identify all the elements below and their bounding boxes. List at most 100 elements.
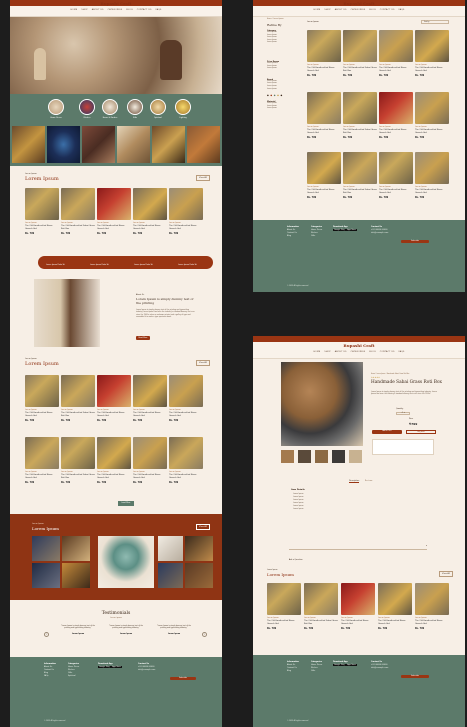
quantity-stepper[interactable]: - 1 + <box>396 412 410 415</box>
category-circle[interactable] <box>79 99 95 115</box>
gallery-tile[interactable] <box>185 563 213 588</box>
footer-link[interactable]: Contact Us <box>287 232 297 234</box>
footer-link[interactable]: Home Decor <box>311 664 322 666</box>
thumbnail[interactable] <box>315 450 328 463</box>
footer-link[interactable]: Home Decor <box>311 229 322 231</box>
sort-dropdown[interactable]: Sort by <box>421 20 449 24</box>
app-store-badge[interactable]: App Store <box>111 666 123 668</box>
nav-item[interactable]: CONTACT US <box>137 9 152 11</box>
product-card[interactable]: Lorem Ipsum The Old Handicrafted Brass G… <box>341 583 375 630</box>
product-card[interactable]: Lorem Ipsum The Old Handicrafted Brass G… <box>378 583 412 630</box>
footer-link[interactable]: Blog <box>44 672 48 674</box>
gallery-tile-large[interactable] <box>98 536 154 588</box>
product-card[interactable]: Lorem Ipsum The Old Handicrafted Brass G… <box>133 437 167 484</box>
product-card[interactable]: Lorem Ipsum The Old Handicrafted Brass G… <box>379 30 413 77</box>
tab-reviews[interactable]: Reviews <box>365 480 372 482</box>
nav-item[interactable]: BLOG <box>369 351 375 353</box>
view-all-button[interactable]: View All <box>196 360 210 366</box>
nav-item[interactable]: CONTACT US <box>380 9 395 11</box>
logo[interactable]: Rupashi Craft <box>253 1 465 6</box>
gallery-tile[interactable] <box>187 126 220 163</box>
gallery-tile[interactable] <box>47 126 80 163</box>
footer-link[interactable]: About Us <box>44 666 52 668</box>
product-card[interactable]: Lorem Ipsum The Old Handicrafted Brass G… <box>379 92 413 139</box>
nav-item[interactable]: BLOG <box>126 9 132 11</box>
product-card[interactable]: Lorem Ipsum The Old Handicrafted Brass G… <box>307 92 341 139</box>
nav-item[interactable]: HOME <box>70 9 77 11</box>
nav-item[interactable]: FAQS <box>156 9 162 11</box>
product-card[interactable]: Lorem Ipsum The Old Handicrafted Brass G… <box>169 375 203 422</box>
category-circle[interactable] <box>48 99 64 115</box>
nav-item[interactable]: CATEGORIES <box>108 9 123 11</box>
google-play-badge[interactable]: Google Play <box>98 666 111 668</box>
gallery-tile[interactable] <box>62 536 90 561</box>
app-store-badge[interactable]: App Store <box>346 664 358 666</box>
footer-link[interactable]: Gifts <box>311 670 315 672</box>
google-play-badge[interactable]: Google Play <box>333 229 346 231</box>
logo[interactable]: Rupashi Craft <box>253 343 465 348</box>
buy-now-button[interactable]: Buy Now <box>406 430 436 434</box>
nav-item[interactable]: SHOP <box>324 351 330 353</box>
view-all-button[interactable]: View All <box>196 524 210 530</box>
footer-link[interactable]: Contact Us <box>287 667 297 669</box>
product-card[interactable]: Lorem Ipsum The Old Handicrafted Brass G… <box>415 152 449 199</box>
nav-item[interactable]: SHOP <box>81 9 87 11</box>
next-arrow-icon[interactable]: › <box>202 632 207 637</box>
product-card[interactable]: Lorem Ipsum The Old Handicrafted Brass G… <box>307 30 341 77</box>
ask-question-bar[interactable]: Ask a Question ▾ <box>289 545 427 561</box>
nav-item[interactable]: SHOP <box>324 9 330 11</box>
gallery-tile[interactable] <box>152 126 185 163</box>
nav-item[interactable]: CONTACT US <box>380 351 395 353</box>
footer-link[interactable]: FAQs <box>44 675 48 677</box>
gallery-tile[interactable] <box>158 563 183 588</box>
gallery-tile[interactable] <box>32 536 60 561</box>
gallery-tile[interactable] <box>117 126 150 163</box>
gallery-tile[interactable] <box>32 563 60 588</box>
read-more-button[interactable]: Read More <box>136 336 150 340</box>
category-circle[interactable] <box>102 99 118 115</box>
footer-link[interactable]: Contact Us <box>44 669 54 671</box>
product-card[interactable]: Lorem Ipsum The Old Handicrafted Brass G… <box>169 437 203 484</box>
view-all-button[interactable]: View All <box>196 175 210 181</box>
product-card[interactable]: Lorem Ipsum The Old Handicrafted Brass G… <box>25 188 59 235</box>
footer-link[interactable]: About Us <box>287 229 295 231</box>
app-store-badge[interactable]: App Store <box>346 229 358 231</box>
logo[interactable]: Rupashi Craft <box>10 1 222 6</box>
product-card[interactable]: Lorem Ipsum The Old Handicrafted Sabai G… <box>61 375 95 422</box>
product-card[interactable]: Lorem Ipsum The Old Handicrafted Brass G… <box>133 375 167 422</box>
footer-link[interactable]: Spiritual <box>68 675 75 677</box>
gallery-tile[interactable] <box>185 536 213 561</box>
footer-link[interactable]: Gifts <box>68 672 72 674</box>
gallery-tile[interactable] <box>158 536 183 561</box>
product-card[interactable]: Lorem Ipsum The Old Handicrafted Brass G… <box>97 437 131 484</box>
footer-link[interactable]: Kitchen <box>311 667 318 669</box>
footer-link[interactable]: Home Decor <box>68 666 79 668</box>
product-card[interactable]: Lorem Ipsum The Old Handicrafted Sabai G… <box>343 92 377 139</box>
google-play-badge[interactable]: Google Play <box>333 664 346 666</box>
nav-item[interactable]: FAQS <box>399 351 405 353</box>
footer-link[interactable]: Kitchen <box>311 232 318 234</box>
nav-item[interactable]: FAQS <box>399 9 405 11</box>
nav-item[interactable]: ABOUT US <box>335 9 347 11</box>
tab-description[interactable]: Description <box>349 480 360 483</box>
prev-arrow-icon[interactable]: ‹ <box>44 632 49 637</box>
subscribe-button[interactable]: Subscribe <box>401 240 429 243</box>
product-card[interactable]: Lorem Ipsum The Old Handicrafted Sabai G… <box>343 30 377 77</box>
gallery-tile[interactable] <box>62 563 90 588</box>
view-all-button[interactable]: View All <box>439 571 453 577</box>
product-card[interactable]: Lorem Ipsum The Old Handicrafted Brass G… <box>97 188 131 235</box>
nav-item[interactable]: CATEGORIES <box>351 9 366 11</box>
nav-item[interactable]: ABOUT US <box>92 9 104 11</box>
category-circle[interactable] <box>150 99 166 115</box>
product-card[interactable]: Lorem Ipsum The Old Handicrafted Brass G… <box>415 92 449 139</box>
product-card[interactable]: Lorem Ipsum The Old Handicrafted Brass G… <box>415 583 449 630</box>
thumbnail[interactable] <box>281 450 294 463</box>
nav-item[interactable]: HOME <box>313 9 320 11</box>
nav-item[interactable]: BLOG <box>369 9 375 11</box>
subscribe-button[interactable]: Subscribe <box>401 675 429 678</box>
product-card[interactable]: Lorem Ipsum The Old Handicrafted Sabai G… <box>61 437 95 484</box>
product-card[interactable]: Lorem Ipsum The Old Handicrafted Brass G… <box>379 152 413 199</box>
gallery-tile[interactable] <box>82 126 115 163</box>
product-card[interactable]: Lorem Ipsum The Old Handicrafted Brass G… <box>415 30 449 77</box>
product-card[interactable]: Lorem Ipsum The Old Handicrafted Brass G… <box>25 375 59 422</box>
